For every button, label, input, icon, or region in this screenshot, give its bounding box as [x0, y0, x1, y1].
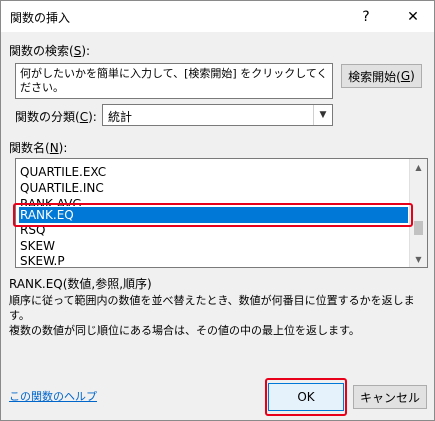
close-icon: ✕ — [407, 8, 419, 25]
function-description: 順序に従って範囲内の数値を並べ替えたとき、数値が何番目に位置するかを返します。 … — [9, 293, 429, 338]
function-item-skew-p[interactable]: SKEW.P — [20, 253, 410, 267]
insert-function-dialog: 関数の挿入 ? ✕ 関数の検索(S): 何がしたいかを簡単に入力して、[検索開始… — [0, 0, 435, 421]
help-icon: ? — [362, 8, 370, 25]
scroll-down-icon[interactable]: ▼ — [410, 251, 427, 267]
search-input-text: 何がしたいかを簡単に入力して、[検索開始] をクリックしてください。 — [20, 67, 328, 94]
search-label: 関数の検索(S): — [9, 44, 91, 58]
function-item-quartile-inc[interactable]: QUARTILE.INC — [20, 180, 410, 196]
selection-highlight-box — [13, 203, 413, 227]
cancel-button[interactable]: キャンセル — [353, 385, 427, 409]
help-button[interactable]: ? — [346, 1, 386, 32]
chevron-down-icon[interactable]: ▼ — [313, 105, 332, 125]
function-description-line2: 複数の数値が同じ順位にある場合は、その値の中の最上位を返します。 — [9, 324, 360, 337]
function-help-link[interactable]: この関数のヘルプ — [9, 388, 97, 404]
ok-highlight-box — [265, 378, 347, 416]
function-item-skew[interactable]: SKEW — [20, 238, 410, 254]
function-syntax: RANK.EQ(数値,参照,順序) — [9, 277, 152, 291]
scroll-up-icon[interactable]: ▲ — [410, 159, 427, 175]
function-item-quartile-exc[interactable]: QUARTILE.EXC — [20, 164, 410, 180]
category-selected-value: 統計 — [108, 110, 133, 124]
category-select[interactable]: 統計 ▼ — [102, 104, 333, 126]
close-button[interactable]: ✕ — [393, 1, 433, 32]
function-name-label: 関数名(N): — [9, 141, 68, 155]
category-label: 関数の分類(C): — [15, 110, 97, 124]
search-start-button[interactable]: 検索開始(G) — [341, 64, 422, 88]
title-bar: 関数の挿入 ? ✕ — [1, 1, 434, 32]
dialog-title: 関数の挿入 — [10, 11, 71, 25]
scroll-thumb[interactable] — [414, 221, 423, 235]
function-description-line1: 順序に従って範囲内の数値を並べ替えたとき、数値が何番目に位置するかを返します。 — [9, 294, 415, 322]
search-input[interactable]: 何がしたいかを簡単に入力して、[検索開始] をクリックしてください。 — [15, 63, 333, 99]
